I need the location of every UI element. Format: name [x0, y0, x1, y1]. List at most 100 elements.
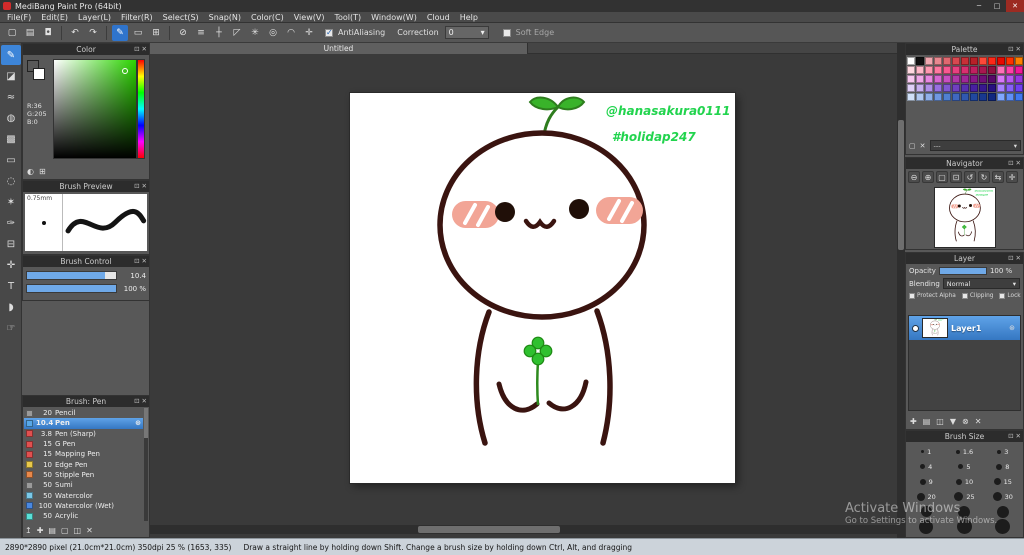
popout-icon[interactable]: ⊡ [134, 396, 139, 407]
palette-swatch[interactable] [979, 57, 987, 65]
brush-stroke-icon[interactable]: ✎ [112, 24, 128, 41]
color-wheel-icon[interactable]: ◐ [27, 167, 34, 176]
navigator-thumbnail[interactable] [934, 187, 996, 248]
palette-swatch[interactable] [943, 93, 951, 101]
brush-list-scrollbar[interactable] [144, 408, 148, 521]
snap-settings-icon[interactable]: ✛ [301, 25, 317, 41]
palette-swatch[interactable] [934, 57, 942, 65]
palette-swatch[interactable] [943, 84, 951, 92]
snap-parallel-icon[interactable]: ≡ [193, 25, 209, 41]
brush-size-option[interactable]: 15 [984, 474, 1022, 489]
canvas-horizontal-scrollbar[interactable] [150, 525, 897, 534]
brush-scroll-thumb[interactable] [144, 408, 148, 438]
close-icon[interactable]: ✕ [142, 256, 147, 267]
palette-swatch[interactable] [997, 66, 1005, 74]
palette-swatch[interactable] [952, 93, 960, 101]
menu-viewv[interactable]: View(V) [289, 12, 330, 23]
palette-swatch[interactable] [934, 66, 942, 74]
flip-horizontal-icon[interactable]: ⇆ [992, 171, 1004, 183]
palette-swatch[interactable] [970, 66, 978, 74]
palette-swatch[interactable] [943, 66, 951, 74]
lasso-tool[interactable]: ◌ [1, 171, 21, 191]
opacity-slider[interactable] [938, 267, 987, 275]
close-icon[interactable]: ✕ [1016, 253, 1021, 264]
antialiasing-checkbox[interactable] [325, 28, 333, 37]
clear-layer-icon[interactable]: ⊗ [962, 417, 969, 426]
snap-vanishing-icon[interactable]: ◸ [229, 25, 245, 41]
add-layer-icon[interactable]: ✚ [910, 417, 917, 426]
open-file-icon[interactable]: ▤ [22, 25, 38, 41]
menu-snapn[interactable]: Snap(N) [204, 12, 246, 23]
menu-filef[interactable]: File(F) [2, 12, 36, 23]
sort-brush-icon[interactable]: ↥ [25, 526, 32, 535]
snap-radial-icon[interactable]: ✳ [247, 25, 263, 41]
palette-swatch[interactable] [979, 66, 987, 74]
hue-slider[interactable] [137, 59, 145, 159]
palette-swatch[interactable] [961, 84, 969, 92]
brush-size-option[interactable]: 30 [984, 489, 1022, 504]
layer-folder-icon[interactable]: ▤ [923, 417, 931, 426]
close-icon[interactable]: ✕ [142, 396, 147, 407]
move-tool[interactable]: ✛ [1, 255, 21, 275]
palette-swatch[interactable] [925, 75, 933, 83]
brush-item[interactable]: 50 Sumi [24, 480, 143, 490]
save-icon[interactable]: ◘ [40, 25, 56, 41]
new-file-icon[interactable]: ▢ [4, 25, 20, 41]
menu-cloud[interactable]: Cloud [422, 12, 455, 23]
brush-size-option[interactable]: 25 [945, 489, 983, 504]
zoom-out-icon[interactable]: ⊖ [908, 171, 920, 183]
brush-item[interactable]: 15 G Pen [24, 439, 143, 449]
palette-swatch[interactable] [1006, 57, 1014, 65]
palette-swatch[interactable] [1015, 93, 1023, 101]
smudge-tool[interactable]: ≈ [1, 87, 21, 107]
layer-visibility-icon[interactable] [912, 324, 919, 332]
hand-tool[interactable]: ☞ [1, 318, 21, 338]
popout-icon[interactable]: ⊡ [1008, 44, 1013, 55]
palette-swatch[interactable] [934, 84, 942, 92]
delete-brush-icon[interactable]: ✕ [86, 526, 93, 535]
palette-swatch[interactable] [916, 57, 924, 65]
layer-option-checkbox-lock[interactable] [999, 293, 1006, 299]
close-icon[interactable]: ✕ [142, 181, 147, 192]
layer-option-checkbox-protectalpha[interactable] [909, 293, 915, 299]
palette-swatch[interactable] [925, 93, 933, 101]
brush-size-option[interactable]: 1 [907, 444, 945, 459]
color-dialog-icon[interactable]: ⊞ [39, 167, 46, 176]
menu-edite[interactable]: Edit(E) [36, 12, 73, 23]
palette-swatch[interactable] [925, 66, 933, 74]
select-tool[interactable]: ▭ [1, 150, 21, 170]
palette-swatch[interactable] [907, 57, 915, 65]
palette-swatch[interactable] [916, 66, 924, 74]
redo-icon[interactable]: ↷ [85, 25, 101, 41]
brush-item[interactable]: 100 Watercolor (Wet) [24, 501, 143, 511]
canvas[interactable] [350, 93, 735, 483]
select-eraser-tool[interactable]: ⊟ [1, 234, 21, 254]
zoom-in-icon[interactable]: ⊕ [922, 171, 934, 183]
undo-icon[interactable]: ↶ [67, 25, 83, 41]
popout-icon[interactable]: ⊡ [1008, 158, 1013, 169]
menu-windoww[interactable]: Window(W) [366, 12, 422, 23]
brush-size-option[interactable] [984, 504, 1022, 519]
snap-cross-icon[interactable]: ┼ [211, 25, 227, 41]
palette-swatch[interactable] [925, 57, 933, 65]
blending-dropdown[interactable]: Normal ▾ [942, 278, 1020, 289]
duplicate-layer-icon[interactable]: ◫ [936, 417, 944, 426]
palette-swatch[interactable] [1006, 93, 1014, 101]
brush-size-option[interactable] [907, 519, 945, 534]
layer-option-checkbox-clipping[interactable] [961, 293, 968, 299]
snap-curve-icon[interactable]: ◠ [283, 25, 299, 41]
palette-swatch[interactable] [943, 75, 951, 83]
vscroll-thumb[interactable] [898, 120, 904, 250]
reset-view-icon[interactable]: ✛ [1006, 171, 1018, 183]
brush-size-option[interactable]: 10 [945, 474, 983, 489]
popout-icon[interactable]: ⊡ [1008, 431, 1013, 442]
brush-size-option[interactable] [945, 519, 983, 534]
menu-filterr[interactable]: Filter(R) [116, 12, 158, 23]
bucket-tool[interactable]: ◍ [1, 108, 21, 128]
palette-swatch[interactable] [970, 75, 978, 83]
snap-concentric-icon[interactable]: ◎ [265, 25, 281, 41]
palette-swatch[interactable] [943, 57, 951, 65]
palette-swatch[interactable] [979, 75, 987, 83]
brush-item[interactable]: 3.8 Pen (Sharp) [24, 429, 143, 439]
delete-layer-icon[interactable]: ✕ [975, 417, 982, 426]
